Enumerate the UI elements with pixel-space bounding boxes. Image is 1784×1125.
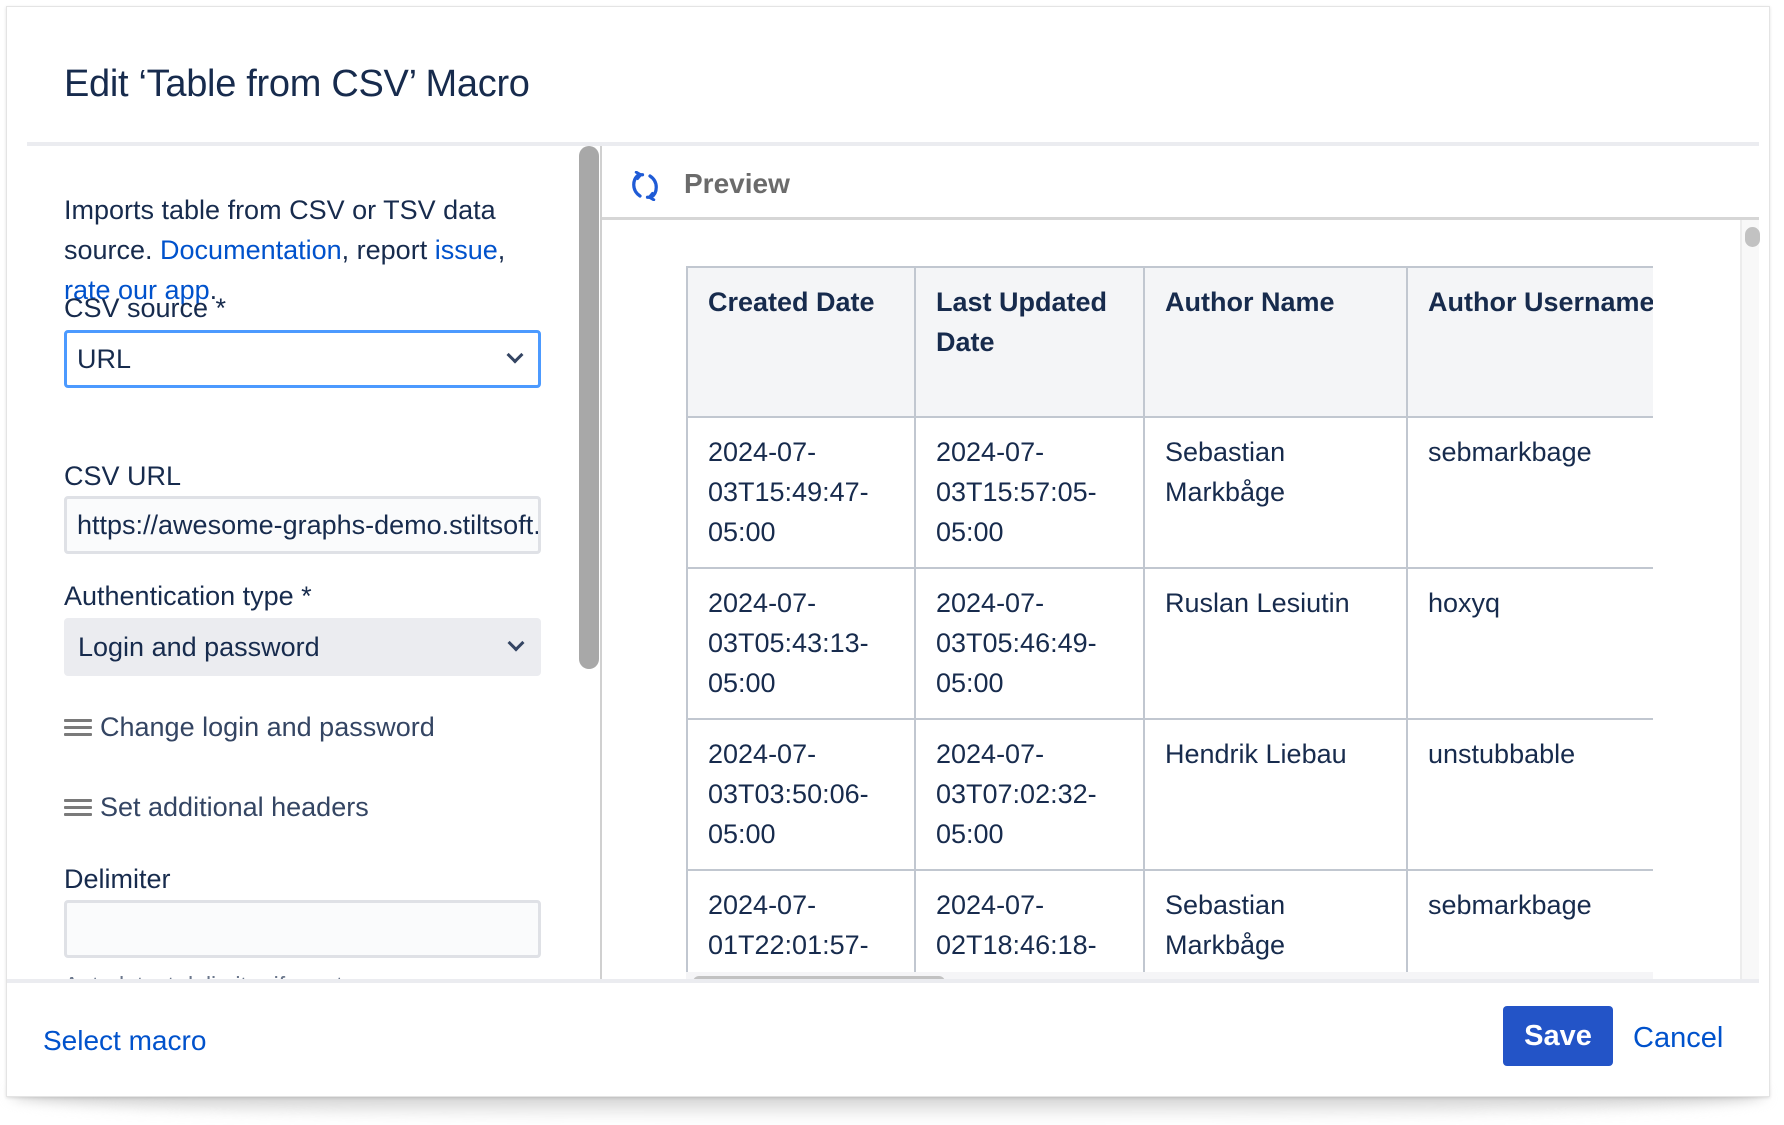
table-cell: 2024-07-03T07:02:32-05:00: [914, 718, 1145, 871]
table-cell: Hendrik Liebau: [1143, 718, 1408, 871]
chevron-down-icon: [509, 637, 523, 651]
report-issue-link[interactable]: issue: [435, 235, 498, 265]
documentation-link[interactable]: Documentation: [160, 235, 342, 265]
refresh-icon[interactable]: [630, 171, 660, 201]
cancel-button[interactable]: Cancel: [1633, 1022, 1723, 1055]
settings-scrollbar[interactable]: [579, 146, 599, 669]
table-row: 2024-07-03T15:49:47-05:00 2024-07-03T15:…: [686, 416, 1653, 569]
table-cell: Ruslan Lesiutin: [1143, 567, 1408, 720]
table-cell: hoxyq: [1406, 567, 1653, 720]
table-cell: 2024-07-01T22:01:57-05:00: [686, 869, 916, 979]
macro-dialog: Edit ‘Table from CSV’ Macro Imports tabl…: [6, 6, 1770, 1097]
preview-header: Preview: [602, 146, 1759, 220]
footer-divider: [7, 979, 1759, 983]
csv-source-label: CSV source *: [64, 293, 227, 323]
preview-vertical-scrollbar[interactable]: [1740, 220, 1759, 979]
description-text: , report: [341, 235, 435, 265]
column-header: Last Updated Date: [914, 266, 1145, 418]
save-button[interactable]: Save: [1503, 1006, 1613, 1066]
change-login-label: Change login and password: [100, 712, 435, 742]
hamburger-icon: [64, 718, 92, 738]
chevron-down-icon: [508, 349, 522, 363]
table-cell: Sebastian Markbåge: [1143, 869, 1408, 979]
preview-table: Created Date Last Updated Date Author Na…: [686, 266, 1653, 979]
table-cell: 2024-07-03T03:50:06-05:00: [686, 718, 916, 871]
csv-source-value: URL: [77, 343, 132, 374]
table-cell: 2024-07-02T18:46:18-05:00: [914, 869, 1145, 979]
table-row: 2024-07-03T05:43:13-05:00 2024-07-03T05:…: [686, 567, 1653, 720]
table-cell: sebmarkbage: [1406, 416, 1653, 569]
table-cell: 2024-07-03T05:46:49-05:00: [914, 567, 1145, 720]
set-headers-button[interactable]: Set additional headers: [64, 792, 369, 823]
preview-title: Preview: [684, 168, 790, 199]
csv-url-input[interactable]: https://awesome-graphs-demo.stiltsoft.co…: [64, 496, 541, 554]
column-header: Author Name: [1143, 266, 1408, 418]
auth-type-label: Authentication type *: [64, 581, 312, 611]
select-macro-link[interactable]: Select macro: [43, 1025, 206, 1057]
settings-panel: Imports table from CSV or TSV data sourc…: [27, 146, 600, 979]
table-row: 2024-07-03T03:50:06-05:00 2024-07-03T07:…: [686, 718, 1653, 871]
table-cell: 2024-07-03T05:43:13-05:00: [686, 567, 916, 720]
column-header: Author Username: [1406, 266, 1653, 418]
hamburger-icon: [64, 798, 92, 818]
table-cell: 2024-07-03T15:57:05-05:00: [914, 416, 1145, 569]
table-cell: Sebastian Markbåge: [1143, 416, 1408, 569]
preview-table-container: Created Date Last Updated Date Author Na…: [686, 266, 1653, 979]
auth-type-select[interactable]: Login and password: [64, 618, 541, 676]
delimiter-label: Delimiter: [64, 864, 171, 894]
macro-description: Imports table from CSV or TSV data sourc…: [64, 190, 544, 310]
table-cell: 2024-07-03T15:49:47-05:00: [686, 416, 916, 569]
delimiter-input[interactable]: [64, 900, 541, 958]
csv-source-select[interactable]: URL: [64, 330, 541, 388]
dialog-title: Edit ‘Table from CSV’ Macro: [64, 63, 530, 105]
description-text: ,: [497, 235, 506, 265]
set-headers-label: Set additional headers: [100, 792, 369, 822]
table-cell: unstubbable: [1406, 718, 1653, 871]
preview-body: Created Date Last Updated Date Author Na…: [602, 220, 1740, 979]
table-cell: sebmarkbage: [1406, 869, 1653, 979]
table-row: 2024-07-01T22:01:57-05:00 2024-07-02T18:…: [686, 869, 1653, 979]
auth-type-value: Login and password: [78, 631, 320, 662]
change-login-button[interactable]: Change login and password: [64, 712, 435, 743]
csv-url-label: CSV URL: [64, 461, 182, 491]
preview-vertical-scroll-thumb[interactable]: [1745, 227, 1760, 247]
table-header-row: Created Date Last Updated Date Author Na…: [686, 266, 1653, 418]
delimiter-hint: Autodetect delimiter if empty: [64, 972, 354, 979]
column-header: Created Date: [686, 266, 916, 418]
